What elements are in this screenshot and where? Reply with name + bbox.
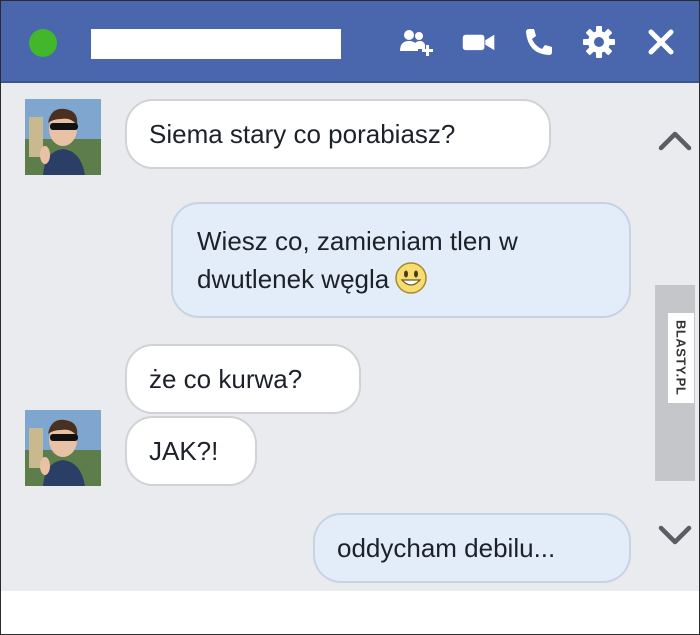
message-bubble-outgoing[interactable]: oddycham debilu... [313,513,631,583]
message-text: że co kurwa? [149,364,303,394]
gear-icon[interactable] [581,25,617,59]
smiley-icon [395,262,427,294]
message-text-line-2: dwutlenek węgla [197,264,390,294]
message-composer[interactable] [1,591,699,634]
contact-avatar[interactable] [25,410,101,486]
add-friend-icon[interactable] [399,25,435,59]
online-status-indicator [29,29,57,57]
message-bubble-incoming[interactable]: że co kurwa? [125,344,361,414]
contact-avatar[interactable] [25,99,101,175]
scroll-down-icon[interactable] [657,521,693,551]
message-text-line-1: Wiesz co, zamieniam tlen w [197,226,518,256]
contact-name[interactable] [91,29,341,59]
chat-header [1,1,699,83]
message-text: Siema stary co porabiasz? [149,119,456,149]
phone-icon[interactable] [521,25,557,59]
video-call-icon[interactable] [461,25,497,59]
chat-window: Siema stary co porabiasz? Wiesz co, zami… [0,0,700,635]
message-bubble-incoming[interactable]: JAK?! [125,416,257,486]
watermark: BLASTY.PL [668,313,694,403]
message-bubble-outgoing[interactable]: Wiesz co, zamieniam tlen w dwutlenek węg… [171,202,631,318]
message-bubble-incoming[interactable]: Siema stary co porabiasz? [125,99,551,169]
message-text: oddycham debilu... [337,533,556,563]
close-icon[interactable] [643,25,679,59]
scroll-up-icon[interactable] [657,125,693,155]
message-text: JAK?! [149,436,219,466]
